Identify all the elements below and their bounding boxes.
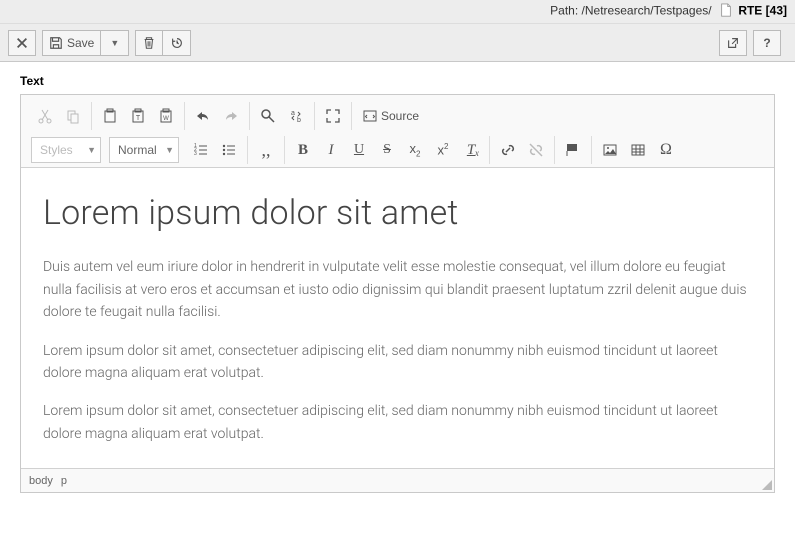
content-paragraph[interactable]: Duis autem vel eum iriure dolor in hendr… xyxy=(43,256,752,323)
header-path-bar: Path: /Netresearch/Testpages/ RTE [43] xyxy=(0,0,795,24)
svg-text:W: W xyxy=(163,116,169,122)
element-path-body[interactable]: body xyxy=(29,475,53,487)
replace-button[interactable]: ab xyxy=(282,102,310,130)
strike-button[interactable]: S xyxy=(373,136,401,164)
paste-word-button[interactable]: W xyxy=(152,102,180,130)
close-button[interactable] xyxy=(8,30,36,56)
module-toolbar: Save ▼ ? xyxy=(0,24,795,62)
source-button[interactable]: Source xyxy=(356,102,425,130)
open-new-window-button[interactable] xyxy=(719,30,747,56)
subscript-button[interactable]: x2 xyxy=(401,136,429,164)
save-button[interactable]: Save xyxy=(42,30,101,56)
document-icon xyxy=(719,3,733,20)
source-button-label: Source xyxy=(381,109,419,123)
svg-text:b: b xyxy=(297,117,301,124)
section-label: Text xyxy=(20,74,775,88)
resize-handle[interactable] xyxy=(762,480,772,490)
path-value: /Netresearch/Testpages/ xyxy=(582,4,712,18)
rte-editor: T W ab Source xyxy=(20,94,775,493)
svg-text:T: T xyxy=(136,115,141,122)
styles-combo[interactable]: Styles▼ xyxy=(31,137,101,163)
table-button[interactable] xyxy=(624,136,652,164)
delete-button[interactable] xyxy=(135,30,163,56)
underline-button[interactable]: U xyxy=(345,136,373,164)
italic-button[interactable]: I xyxy=(317,136,345,164)
superscript-button[interactable]: x2 xyxy=(429,136,457,164)
save-dropdown-button[interactable]: ▼ xyxy=(101,30,129,56)
svg-text:3: 3 xyxy=(194,151,197,157)
paste-text-button[interactable]: T xyxy=(124,102,152,130)
editor-content-area[interactable]: Lorem ipsum dolor sit amet Duis autem ve… xyxy=(21,168,774,468)
element-path-p[interactable]: p xyxy=(61,475,67,487)
chevron-down-icon: ▼ xyxy=(165,145,174,155)
bulleted-list-button[interactable] xyxy=(215,136,243,164)
cut-button[interactable] xyxy=(31,102,59,130)
content-paragraph[interactable]: Lorem ipsum dolor sit amet, consectetuer… xyxy=(43,340,752,385)
save-button-label: Save xyxy=(67,36,94,50)
editor-footer: body p xyxy=(21,468,774,492)
remove-format-button[interactable]: Tx xyxy=(457,136,485,164)
maximize-button[interactable] xyxy=(319,102,347,130)
anchor-button[interactable] xyxy=(559,136,587,164)
numbered-list-button[interactable]: 123 xyxy=(187,136,215,164)
redo-button[interactable] xyxy=(217,102,245,130)
chevron-down-icon: ▼ xyxy=(87,145,96,155)
unlink-button[interactable] xyxy=(522,136,550,164)
link-button[interactable] xyxy=(494,136,522,164)
find-button[interactable] xyxy=(254,102,282,130)
copy-button[interactable] xyxy=(59,102,87,130)
help-icon: ? xyxy=(763,36,770,50)
undo-button[interactable] xyxy=(189,102,217,130)
svg-text:a: a xyxy=(291,110,295,117)
page-title: RTE [43] xyxy=(738,4,787,18)
help-button[interactable]: ? xyxy=(753,30,781,56)
history-button[interactable] xyxy=(163,30,191,56)
chevron-down-icon: ▼ xyxy=(110,38,119,48)
path-label: Path: xyxy=(550,4,578,18)
bold-button[interactable]: B xyxy=(289,136,317,164)
blockquote-button[interactable]: ,, xyxy=(252,136,280,164)
content-heading[interactable]: Lorem ipsum dolor sit amet xyxy=(43,186,752,240)
format-combo[interactable]: Normal▼ xyxy=(109,137,179,163)
paste-button[interactable] xyxy=(96,102,124,130)
specialchar-button[interactable]: Ω xyxy=(652,136,680,164)
content-paragraph[interactable]: Lorem ipsum dolor sit amet, consectetuer… xyxy=(43,400,752,445)
image-button[interactable] xyxy=(596,136,624,164)
